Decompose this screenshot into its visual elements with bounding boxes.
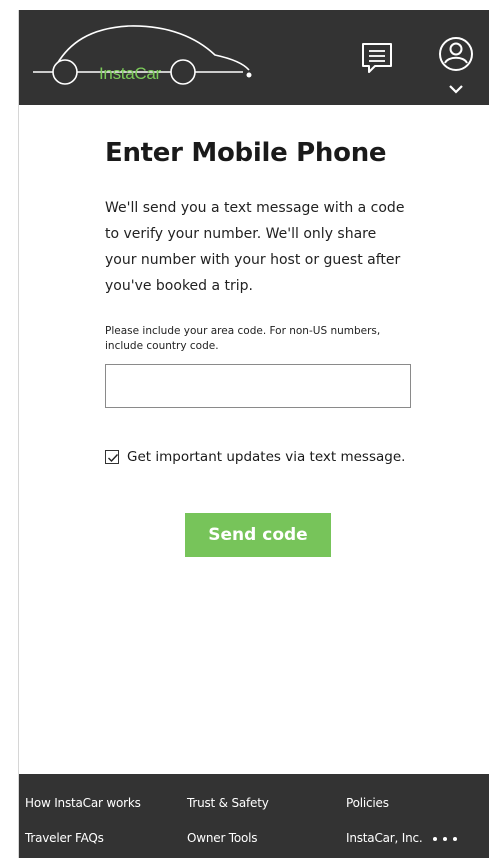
footer-link-traveler-faqs[interactable]: Traveler FAQs — [25, 831, 104, 845]
chat-button[interactable] — [359, 40, 395, 76]
footer-link-policies[interactable]: Policies — [346, 796, 389, 810]
logo-text: InstaCar — [99, 64, 161, 83]
phone-hint: Please include your area code. For non-U… — [105, 325, 381, 352]
sms-updates-option[interactable]: Get important updates via text message. — [105, 447, 405, 467]
account-menu-button[interactable] — [431, 36, 481, 102]
app-window: InstaCar Enter Mobile Phone We'll send y… — [18, 10, 489, 858]
verification-description: We'll send you a text message with a cod… — [105, 200, 405, 294]
header-bar: InstaCar — [19, 10, 489, 105]
checkmark-icon — [108, 454, 119, 463]
footer-link-instacar-inc[interactable]: InstaCar, Inc. — [346, 831, 423, 845]
left-margin — [0, 0, 18, 858]
phone-number-input[interactable] — [105, 364, 411, 408]
footer: How InstaCar works Trust & Safety Polici… — [19, 774, 489, 858]
footer-link-trust-safety[interactable]: Trust & Safety — [187, 796, 269, 810]
sms-updates-checkbox[interactable] — [105, 450, 119, 464]
sms-updates-label: Get important updates via text message. — [127, 449, 406, 465]
user-account-icon — [439, 37, 473, 94]
instacar-logo[interactable]: InstaCar — [19, 10, 269, 105]
more-ellipsis-icon[interactable] — [431, 832, 471, 846]
chat-icon — [362, 43, 392, 73]
send-code-button[interactable]: Send code — [185, 513, 331, 557]
footer-link-owner-tools[interactable]: Owner Tools — [187, 831, 258, 845]
car-outline-icon — [33, 25, 252, 85]
chevron-down-icon — [449, 85, 463, 94]
page-title: Enter Mobile Phone — [105, 138, 387, 168]
footer-link-how-it-works[interactable]: How InstaCar works — [25, 796, 141, 810]
